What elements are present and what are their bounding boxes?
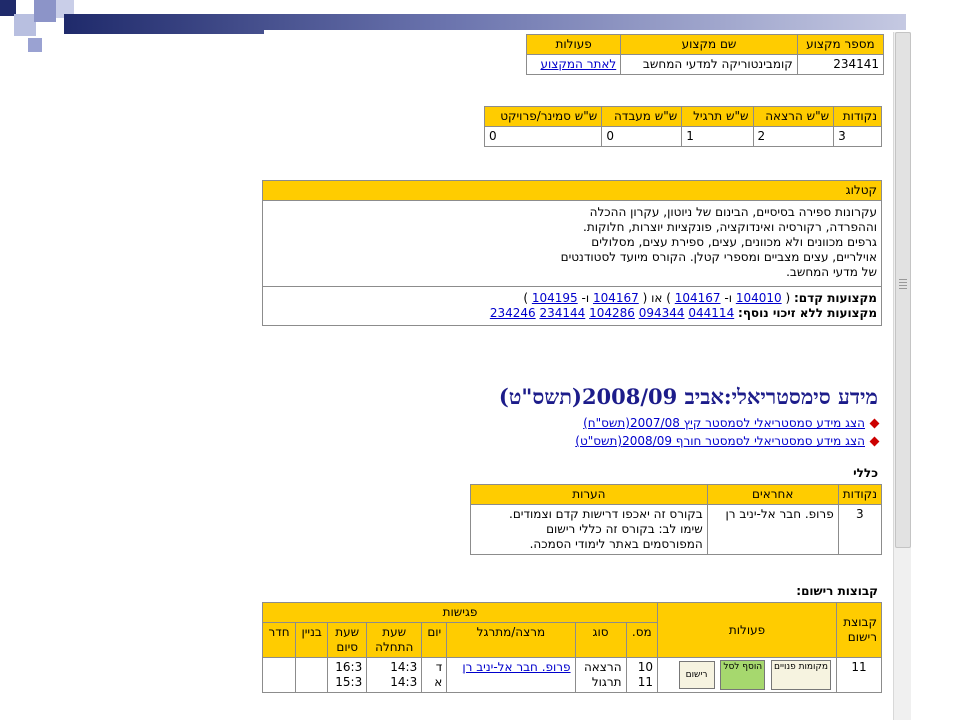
general-points: 3 [837,504,883,555]
course-requirements: מקצועות קדם: ( 104010 ו- 104167 ) או ( 1… [262,286,882,326]
prereq-course-link[interactable]: 104167 [593,291,639,305]
col-end: שעת סיום [327,622,368,658]
responsible-name: פרופ. חבר אל-יניב רן [706,504,839,555]
no-credit-course-link[interactable]: 044114 [688,306,734,320]
winter-semester-link[interactable]: הצג מידע סמסטריאלי לסמסטר חורף 2008/09(ת… [575,434,865,448]
table-row: 11 מקומות פנויים הוסף לסל רישום 10 11 הר… [262,657,882,693]
prereq-line: מקצועות קדם: ( 104010 ו- 104167 ) או ( 1… [523,291,877,305]
meeting-starts: 14:3 14:3 [366,657,423,693]
col-start: שעת התחלה [366,622,423,658]
catalog-table: קטלוג עקרונות ספירה בסיסיים, הבינום של נ… [262,180,882,326]
lecturer-link[interactable]: פרופ. חבר אל-יניב רן [462,660,570,674]
slide-decoration [14,14,36,36]
semester-title: מידע סימסטריאלי:אביב 2008/09(תשס"ט) [498,384,878,409]
seminar-hours-value: 0 [483,126,603,147]
meeting-building [295,657,329,693]
col-course-name: שם מקצוע [620,34,798,55]
col-group-actions: פעולות [657,602,837,658]
col-room: חדר [262,622,297,658]
meeting-numbers: 10 11 [625,657,659,693]
meeting-room [262,657,297,693]
general-table: נקודות אחראים הערות 3 פרופ. חבר אל-יניב … [470,484,883,555]
prereq-course-link[interactable]: 104010 [736,291,782,305]
tutorial-hours-value: 1 [681,126,754,147]
group-actions: מקומות פנויים הוסף לסל רישום [657,657,837,693]
no-credit-course-link[interactable]: 094344 [639,306,685,320]
meeting-days: ד א [421,657,448,693]
col-responsible: אחראים [706,484,839,505]
col-lecturer: מרצה/מתרגל [446,622,576,658]
general-heading: כללי [853,466,878,480]
summer-semester-link[interactable]: הצג מידע סמסטריאלי לסמסטר קיץ 2007/08(תש… [583,416,865,430]
prereq-course-link[interactable]: 104167 [675,291,721,305]
scrollbar-thumb[interactable] [895,32,911,548]
semester-link-row: הצג מידע סמסטריאלי לסמסטר חורף 2008/09(ת… [575,434,880,448]
diamond-bullet-icon [869,436,880,447]
groups-heading: קבוצות רישום: [796,584,878,598]
hours-table: נקודות ש"ש הרצאה ש"ש תרגיל ש"ש מעבדה ש"ש… [483,106,882,147]
col-lab-hours: ש"ש מעבדה [601,106,683,127]
lab-hours-value: 0 [601,126,683,147]
col-lecture-hours: ש"ש הרצאה [752,106,835,127]
col-meetings: פגישות [262,602,658,623]
course-site-link[interactable]: לאתר המקצוע [540,57,616,71]
slide-decoration [28,38,42,52]
vertical-scrollbar[interactable] [893,32,911,720]
col-actions: פעולות [525,34,622,55]
col-building: בניין [295,622,329,658]
no-credit-course-link[interactable]: 234246 [490,306,536,320]
col-tutorial-hours: ש"ש תרגיל [681,106,754,127]
col-seminar-hours: ש"ש סמינר/פרויקט [483,106,603,127]
course-table: מספר מקצוע שם מקצוע פעולות 234141 קומבינ… [525,34,885,75]
col-points: נקודות [833,106,882,127]
free-places-button[interactable]: מקומות פנויים [771,660,831,690]
general-notes: בקורס זה יאכפו דרישות קדם וצמודים. שימו … [470,504,708,555]
groups-table: קבוצת רישום פעולות פגישות מס. סוג מרצה/מ… [262,602,882,693]
catalog-description: עקרונות ספירה בסיסיים, הבינום של ניוטון,… [262,200,882,287]
col-notes: הערות [470,484,708,505]
col-day: יום [421,622,448,658]
course-name: קומבינטוריקה למדעי המחשב [620,54,798,75]
prereq-course-link[interactable]: 104195 [532,291,578,305]
meeting-ends: 16:3 15:3 [327,657,368,693]
register-button[interactable]: רישום [678,661,715,689]
col-general-points: נקודות [837,484,883,505]
points-value: 3 [833,126,882,147]
add-to-cart-button[interactable]: הוסף לסל [720,660,766,690]
semester-link-row: הצג מידע סמסטריאלי לסמסטר קיץ 2007/08(תש… [583,416,880,430]
course-number: 234141 [796,54,885,75]
col-group: קבוצת רישום [836,602,882,658]
diamond-bullet-icon [869,418,880,429]
slide-decoration [34,0,56,22]
browser-page: מספר מקצוע שם מקצוע פעולות 234141 קומבינ… [262,32,892,720]
meeting-types: הרצאה תרגול [574,657,627,693]
group-number: 11 [836,657,882,693]
no-credit-course-link[interactable]: 234144 [539,306,585,320]
col-type: סוג [574,622,627,658]
no-credit-course-link[interactable]: 104286 [589,306,635,320]
no-credit-line: מקצועות ללא זיכוי נוסף: 044114 094344 10… [489,306,877,320]
col-course-number: מספר מקצוע [796,34,885,55]
lecture-hours-value: 2 [752,126,835,147]
col-num: מס. [625,622,659,658]
catalog-header: קטלוג [262,180,882,201]
